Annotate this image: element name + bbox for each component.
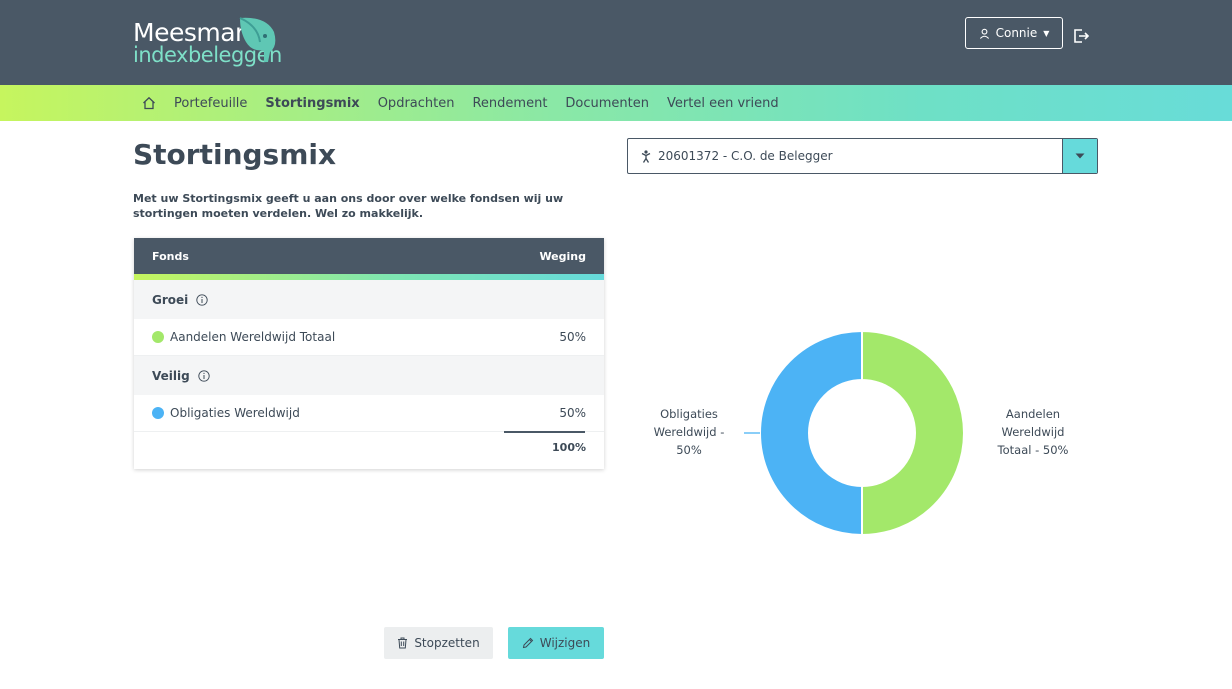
legend-dot: [152, 331, 164, 343]
nav-item-vertel-een-vriend[interactable]: Vertel een vriend: [667, 96, 779, 111]
user-name: Connie: [995, 26, 1038, 40]
fund-name: Aandelen Wereldwijd Totaal: [170, 330, 336, 344]
fund-name: Obligaties Wereldwijd: [170, 406, 300, 420]
edit-button-label: Wijzigen: [539, 636, 591, 650]
info-icon[interactable]: [198, 369, 210, 382]
chart-label-left-line2: Wereldwijd -: [654, 425, 725, 439]
table-row: Aandelen Wereldwijd Totaal 50%: [134, 319, 604, 356]
group-row-groei: Groei: [134, 280, 604, 319]
group-row-veilig: Veilig: [134, 356, 604, 395]
fund-weight: 50%: [559, 330, 586, 344]
user-menu-button[interactable]: Connie ▼: [965, 17, 1063, 49]
table-row: Obligaties Wereldwijd 50%: [134, 395, 604, 432]
dropdown-arrow-icon[interactable]: [1062, 139, 1097, 173]
chart-label-right-line3: Totaal - 50%: [997, 443, 1069, 457]
stop-button[interactable]: Stopzetten: [384, 627, 493, 659]
info-icon[interactable]: [196, 293, 208, 306]
edit-button[interactable]: Wijzigen: [508, 627, 604, 659]
nav-item-stortingsmix[interactable]: Stortingsmix: [265, 96, 359, 111]
nav-item-rendement[interactable]: Rendement: [472, 96, 547, 111]
fund-table: Fonds Weging Groei Aandelen Wereldwijd T…: [134, 238, 604, 469]
pencil-icon: [522, 637, 533, 649]
fund-weight: 50%: [559, 406, 586, 420]
home-icon[interactable]: [142, 96, 174, 110]
chart-label-right-line1: Aandelen: [1006, 407, 1060, 421]
stop-button-label: Stopzetten: [414, 636, 480, 650]
account-label: 20601372 - C.O. de Belegger: [658, 149, 833, 163]
column-header-weight: Weging: [539, 249, 586, 263]
brand-logo[interactable]: Meesman indexbeleggen: [133, 16, 283, 71]
top-header: Meesman indexbeleggen Connie ▼: [0, 0, 1232, 85]
column-header-fund: Fonds: [152, 249, 189, 263]
nav-item-portefeuille[interactable]: Portefeuille: [174, 96, 247, 111]
user-icon: [979, 28, 989, 39]
group-label: Groei: [152, 292, 189, 307]
donut-slice-1[interactable]: [759, 329, 863, 537]
total-divider: [504, 431, 585, 433]
total-value: 100%: [552, 441, 586, 454]
allocation-donut-chart: Aandelen Wereldwijd Totaal - 50% Obligat…: [654, 329, 1069, 537]
intro-text: Met uw Stortingsmix geeft u aan ons door…: [133, 192, 564, 220]
account-select[interactable]: 20601372 - C.O. de Belegger: [627, 138, 1098, 174]
chart-label-right-line2: Wereldwijd: [1002, 425, 1065, 439]
group-label: Veilig: [152, 368, 190, 383]
person-icon: [641, 149, 651, 163]
page-title: Stortingsmix: [133, 138, 337, 171]
donut-slice-0[interactable]: [861, 329, 965, 537]
nav-item-documenten[interactable]: Documenten: [565, 96, 649, 111]
chart-label-left-line1: Obligaties: [660, 407, 718, 421]
table-header: Fonds Weging: [134, 238, 604, 274]
legend-dot: [152, 407, 164, 419]
elephant-leaf-icon: [239, 17, 276, 62]
logout-icon[interactable]: [1072, 27, 1090, 49]
main-nav: Portefeuille Stortingsmix Opdrachten Ren…: [0, 85, 1232, 121]
trash-icon: [398, 637, 408, 649]
nav-item-opdrachten[interactable]: Opdrachten: [378, 96, 455, 111]
chevron-down-icon: ▼: [1043, 28, 1050, 38]
chart-label-left-line3: 50%: [676, 443, 702, 457]
